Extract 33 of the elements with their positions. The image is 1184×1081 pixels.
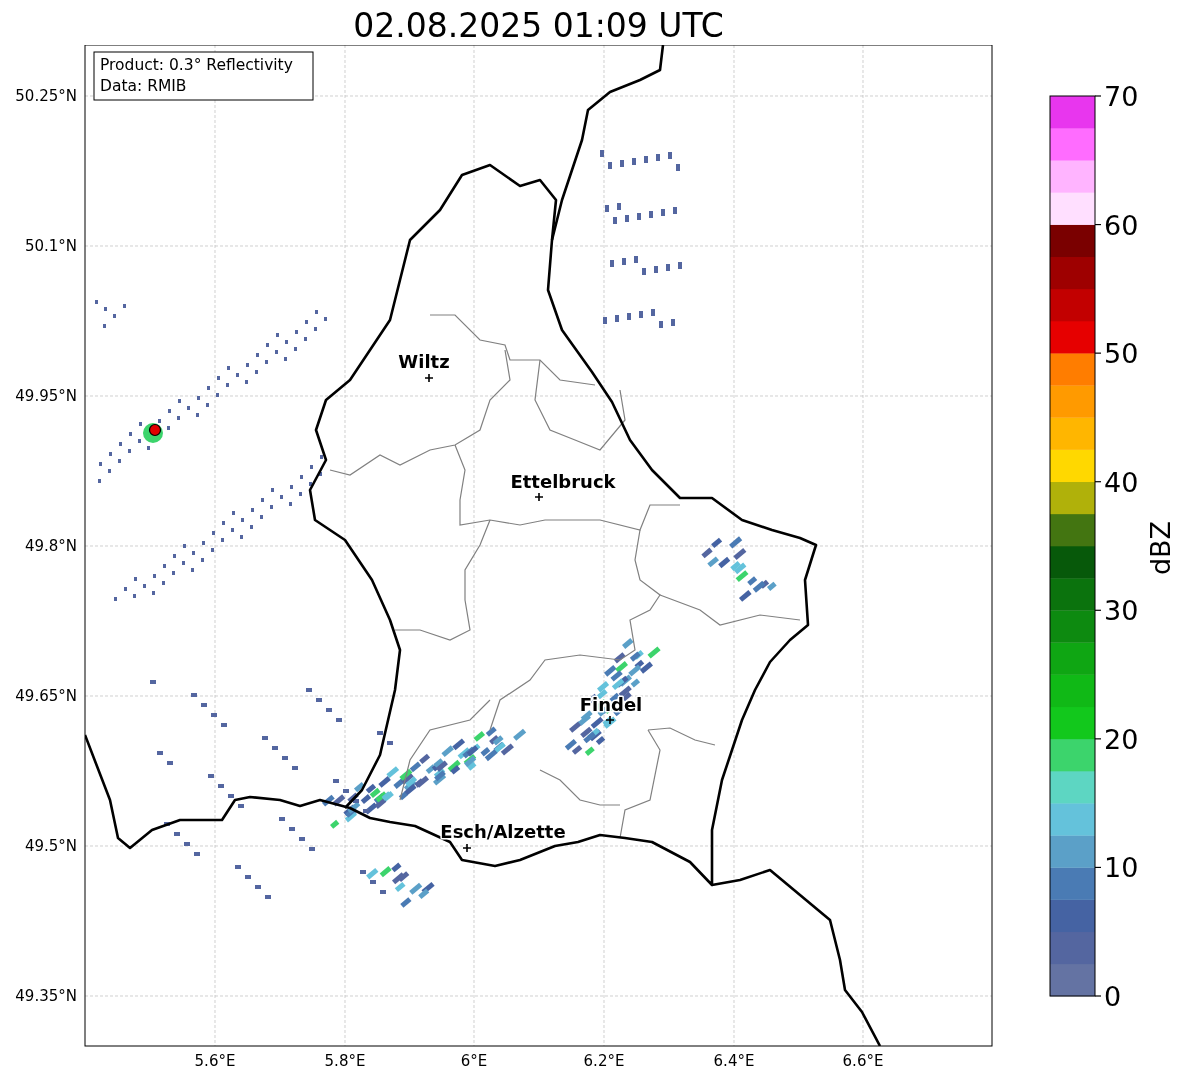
city-marker-icon <box>424 373 434 383</box>
axis-label: 49.8°N <box>24 537 77 555</box>
axis-label: 5.8°E <box>324 1052 366 1070</box>
city-marker-icon <box>605 715 615 725</box>
colorbar-tick-label: 0 <box>1104 981 1122 1012</box>
axis-label: 49.35°N <box>15 987 77 1005</box>
city-label: Ettelbruck <box>510 471 616 492</box>
axis-label: 49.65°N <box>15 687 77 705</box>
colorbar-tick-label: 60 <box>1104 209 1139 241</box>
colorbar-tick-label: 70 <box>1104 81 1139 112</box>
map-title: 02.08.2025 01:09 UTC <box>352 5 725 45</box>
colorbar-tick-label: 50 <box>1104 338 1139 370</box>
axis-label: 6°E <box>460 1052 488 1070</box>
city-label: Esch/Alzette <box>440 821 566 842</box>
colorbar-title: dBZ <box>1145 520 1176 576</box>
info-text: Data: RMIB <box>100 77 187 95</box>
axis-label: 50.25°N <box>15 87 77 105</box>
colorbar-tick-label: 20 <box>1104 723 1139 755</box>
axis-label: 5.6°E <box>194 1052 236 1070</box>
axis-label: 6.6°E <box>842 1052 884 1070</box>
colorbar-tick-label: 40 <box>1104 466 1139 498</box>
city-marker-icon <box>534 492 544 502</box>
axis-label: 6.4°E <box>713 1052 755 1070</box>
axis-label: 6.2°E <box>583 1052 625 1070</box>
radar-site-icon <box>143 423 163 443</box>
colorbar-tick-label: 30 <box>1104 595 1139 627</box>
axis-label: 49.95°N <box>15 387 77 405</box>
city-marker-icon <box>462 843 472 853</box>
info-text: Product: 0.3° Reflectivity <box>100 56 293 74</box>
axis-label: 50.1°N <box>24 237 77 255</box>
city-label: Wiltz <box>398 351 450 372</box>
colorbar-tick-label: 10 <box>1104 852 1139 884</box>
axis-label: 49.5°N <box>24 837 77 855</box>
